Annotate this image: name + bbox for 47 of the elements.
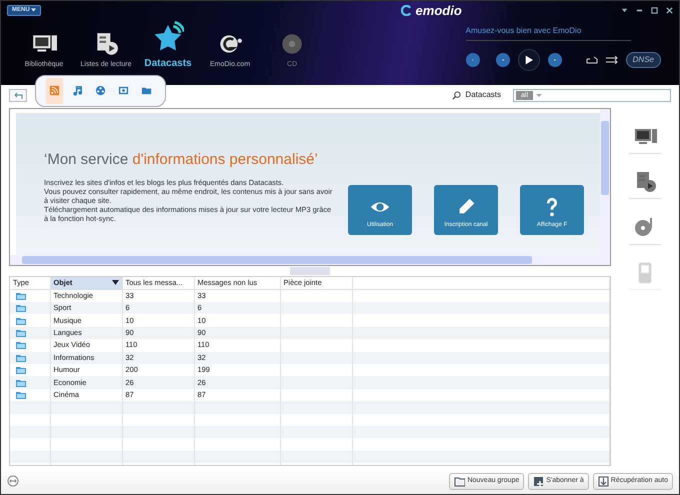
- logo-icon: [400, 5, 412, 16]
- repeat-icon[interactable]: [586, 56, 598, 64]
- play-icon: [524, 54, 533, 66]
- plus-icon: [533, 476, 544, 486]
- search-label: Datacasts: [465, 89, 501, 101]
- folder-icon: [16, 354, 26, 362]
- download-icon: [598, 476, 609, 486]
- splitter-handle[interactable]: [290, 267, 330, 275]
- back-button[interactable]: [9, 88, 27, 102]
- folder-icon: [16, 316, 26, 325]
- vertical-scrollbar[interactable]: [600, 109, 610, 255]
- sort-arrow-icon: [112, 280, 118, 285]
- star-icon: [152, 20, 184, 52]
- minimize-icon[interactable]: [636, 7, 643, 14]
- horizontal-scrollbar[interactable]: [10, 255, 610, 265]
- sidebar-button[interactable]: [629, 170, 661, 200]
- nav-tab[interactable]: Datacasts: [139, 20, 197, 70]
- close-icon[interactable]: [666, 7, 673, 14]
- sync-icon[interactable]: [7, 475, 19, 487]
- caret-icon: [31, 8, 36, 12]
- banner-title: ‘Mon service d'informations personnalisé’: [44, 150, 319, 170]
- folder-icon: [454, 476, 466, 486]
- dropdown-icon[interactable]: [621, 7, 628, 14]
- search-icon: [452, 90, 462, 100]
- folder-icon: [16, 292, 26, 300]
- tagline-text: Amusez-vous bien avec EmoDio: [466, 24, 631, 40]
- music-note-icon: [72, 85, 83, 96]
- film-reel-icon: [95, 85, 106, 96]
- folder-icon: [16, 341, 26, 350]
- volume-button[interactable]: [466, 52, 480, 66]
- dnse-button[interactable]: DNSe: [626, 52, 661, 68]
- folder-icon: [16, 378, 26, 387]
- rss-icon: [49, 85, 60, 96]
- folder-icon: [16, 390, 26, 399]
- category-tab[interactable]: [46, 78, 63, 104]
- play-button[interactable]: [518, 48, 540, 70]
- logo-text: emodio: [416, 2, 462, 20]
- picture-icon: [118, 85, 129, 96]
- rewind-button[interactable]: [496, 52, 510, 66]
- shuffle-icon[interactable]: [606, 56, 618, 64]
- back-arrow-icon: [13, 91, 23, 99]
- fast-forward-button[interactable]: [548, 52, 562, 66]
- folder-icon: [16, 366, 26, 374]
- folder-icon: [16, 304, 26, 312]
- folder-icon: [141, 85, 152, 96]
- folder-icon: [16, 329, 26, 338]
- maximize-icon[interactable]: [651, 7, 658, 14]
